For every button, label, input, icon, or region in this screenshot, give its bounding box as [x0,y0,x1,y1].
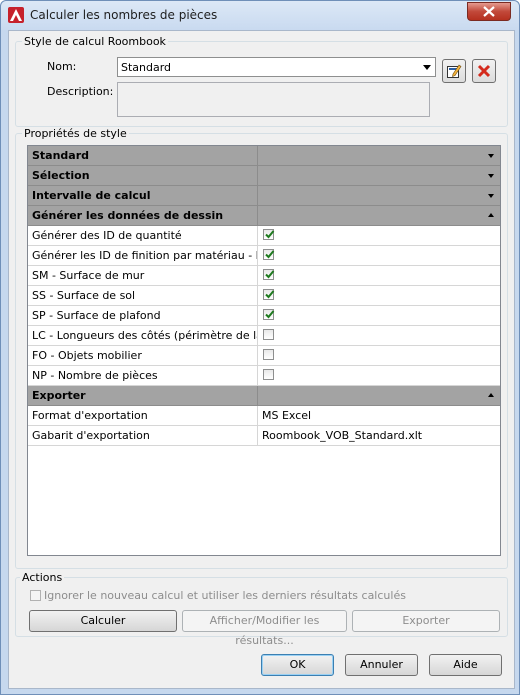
afficher-resultats-button[interactable]: Afficher/Modifier les résultats... [182,610,347,647]
checkmark-icon [265,230,275,239]
style-name-value: Standard [121,61,172,74]
property-row[interactable]: SM - Surface de mur [28,266,500,286]
property-checkbox[interactable] [263,269,275,280]
property-label: SP - Surface de plafond [28,306,258,325]
annuler-button[interactable]: Annuler [345,654,418,676]
property-checkbox[interactable] [263,329,274,340]
property-label: NP - Nombre de pièces [28,366,258,385]
title-bar: Calculer les nombres de pièces [1,1,519,30]
category-intervalle[interactable]: Intervalle de calcul [28,186,500,206]
property-label: Générer des ID de quantité [28,226,258,245]
property-label: SS - Surface de sol [28,286,258,305]
style-name-select[interactable]: Standard [117,57,436,77]
property-checkbox[interactable] [263,309,275,320]
category-exporter[interactable]: Exporter [28,386,500,406]
property-checkbox[interactable] [263,289,275,300]
category-label: Sélection [28,166,258,185]
dialog-window: Calculer les nombres de pièces Style de … [0,0,520,695]
property-row[interactable]: FO - Objets mobilier [28,346,500,366]
collapse-icon [488,393,494,397]
category-generer[interactable]: Générer les données de dessin [28,206,500,226]
checkmark-icon [265,290,275,299]
ignore-checkbox[interactable] [30,590,41,601]
property-row[interactable]: LC - Longueurs des côtés (périmètre de l… [28,326,500,346]
ignore-label: Ignorer le nouveau calcul et utiliser le… [44,589,406,602]
checkmark-icon [265,310,275,319]
expand-icon [488,154,494,158]
style-properties-label: Propriétés de style [22,127,129,140]
property-checkbox[interactable] [263,229,275,240]
property-label: SM - Surface de mur [28,266,258,285]
property-row[interactable]: Générer des ID de quantité [28,226,500,246]
dialog-client-area: Style de calcul Roombook Nom: Standard D… [8,30,515,689]
property-grid: Standard Sélection Intervalle de calcul … [27,145,501,556]
actions-groupbox: Actions Ignorer le nouveau calcul et uti… [15,571,508,647]
actions-label: Actions [20,571,65,584]
calculer-button[interactable]: Calculer [29,610,177,632]
property-checkbox[interactable] [263,249,275,260]
collapse-icon [488,213,494,217]
property-value[interactable]: MS Excel [258,406,500,425]
property-checkbox[interactable] [263,349,274,360]
checkmark-icon [265,270,275,279]
aide-button[interactable]: Aide [429,654,502,676]
category-label: Standard [28,146,258,165]
property-checkbox[interactable] [263,369,274,380]
checkmark-icon [265,250,275,259]
autocad-app-icon [8,7,24,23]
expand-icon [488,194,494,198]
delete-style-button[interactable] [472,59,496,83]
generate-rows: Générer des ID de quantité Générer les ID… [28,226,500,386]
close-icon [483,6,495,17]
property-value[interactable]: Roombook_VOB_Standard.xlt [258,426,500,445]
property-row[interactable]: SS - Surface de sol [28,286,500,306]
property-row[interactable]: Gabarit d'exportation Roombook_VOB_Stand… [28,426,500,446]
ok-button[interactable]: OK [261,654,334,676]
category-label: Exporter [28,386,258,405]
property-row[interactable]: NP - Nombre de pièces [28,366,500,386]
name-label: Nom: [47,60,77,73]
category-standard[interactable]: Standard [28,146,500,166]
property-label: LC - Longueurs des côtés (périmètre de l… [28,326,258,345]
edit-style-icon [447,64,462,78]
close-button[interactable] [467,2,511,21]
chevron-down-icon [423,65,431,70]
property-row[interactable]: Générer les ID de finition par matériau … [28,246,500,266]
expand-icon [488,174,494,178]
property-row[interactable]: Format d'exportation MS Excel [28,406,500,426]
property-row[interactable]: SP - Surface de plafond [28,306,500,326]
description-field [117,82,430,117]
edit-style-button[interactable] [442,59,466,83]
property-label: Format d'exportation [28,406,258,425]
style-groupbox: Style de calcul Roombook Nom: Standard D… [15,35,508,127]
category-label: Générer les données de dessin [28,206,258,225]
style-group-label: Style de calcul Roombook [22,35,168,48]
category-selection[interactable]: Sélection [28,166,500,186]
category-label: Intervalle de calcul [28,186,258,205]
property-label: Gabarit d'exportation [28,426,258,445]
exporter-button[interactable]: Exporter [352,610,500,632]
window-title: Calculer les nombres de pièces [30,8,218,22]
delete-icon [477,64,491,78]
property-label: Générer les ID de finition par matériau … [28,246,258,265]
property-label: FO - Objets mobilier [28,346,258,365]
description-label: Description: [47,85,114,98]
